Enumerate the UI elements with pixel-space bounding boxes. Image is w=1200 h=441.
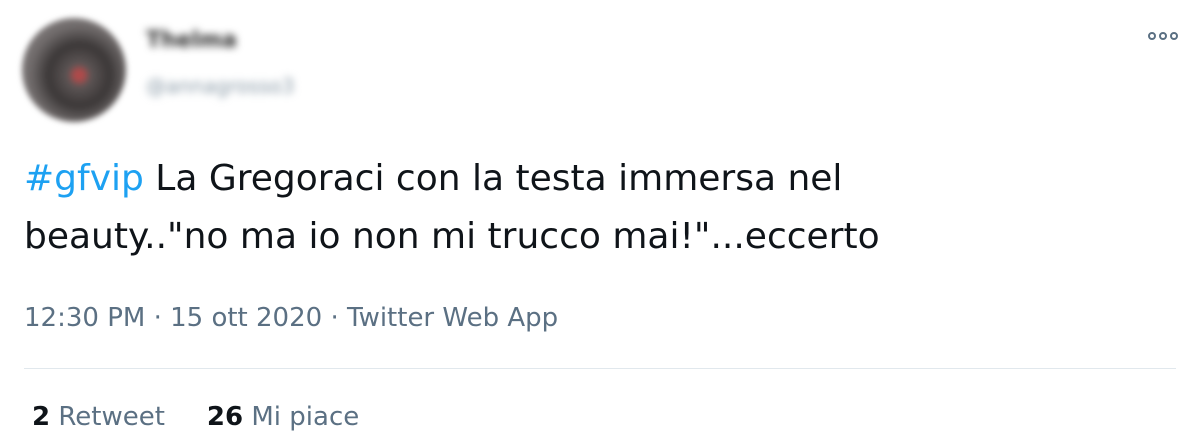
tweet-card: Thelma @annagrosso3 #gfvip La Gregoraci …: [0, 0, 1200, 441]
tweet-text-line1: La Gregoraci con la testa immersa nel: [143, 158, 843, 199]
meta-separator: ·: [322, 303, 347, 333]
avatar[interactable]: [22, 18, 126, 122]
likes-stat[interactable]: 26 Mi piace: [207, 402, 359, 432]
more-dot-icon: [1170, 32, 1178, 40]
more-dot-icon: [1148, 32, 1156, 40]
tweet-source[interactable]: Twitter Web App: [347, 303, 558, 333]
tweet-time[interactable]: 12:30 PM: [24, 303, 145, 333]
user-display-name[interactable]: Thelma: [146, 28, 237, 53]
tweet-text-line2: beauty.."no ma io non mi trucco mai!"...…: [24, 216, 880, 257]
likes-label: Mi piace: [251, 402, 360, 432]
likes-count: 26: [206, 402, 244, 432]
divider: [24, 368, 1176, 369]
tweet-stats: 2 Retweet 26 Mi piace: [32, 402, 359, 432]
tweet-meta: 12:30 PM · 15 ott 2020 · Twitter Web App: [24, 303, 558, 333]
tweet-date[interactable]: 15 ott 2020: [170, 303, 322, 333]
more-dot-icon: [1159, 32, 1167, 40]
more-options-icon[interactable]: [1148, 32, 1178, 40]
meta-separator: ·: [145, 303, 171, 333]
user-handle[interactable]: @annagrosso3: [146, 74, 294, 98]
retweets-count: 2: [32, 402, 51, 432]
hashtag-link[interactable]: #gfvip: [24, 158, 144, 199]
retweets-label: Retweet: [58, 402, 165, 432]
retweets-stat[interactable]: 2 Retweet: [32, 402, 165, 432]
tweet-text: #gfvip La Gregoraci con la testa immersa…: [24, 150, 1174, 266]
